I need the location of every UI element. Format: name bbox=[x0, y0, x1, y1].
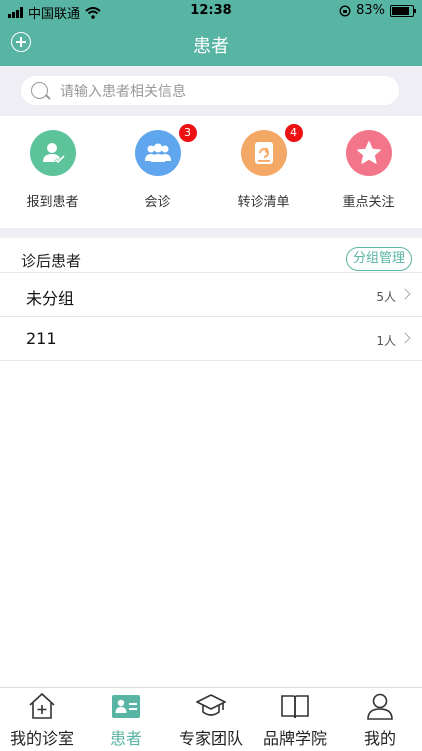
chevron-right-icon bbox=[399, 288, 411, 300]
referral-icon: 4 bbox=[240, 124, 303, 176]
group-count: 1人 bbox=[376, 334, 396, 348]
group-row[interactable]: 未分组 5人 bbox=[0, 273, 422, 317]
search-section: 请输入患者相关信息 bbox=[0, 66, 422, 116]
quick-actions: 报到患者 3 会诊 4 转诊清单 重点关注 bbox=[0, 116, 422, 228]
status-bar: 中国联通 12:38 83% bbox=[0, 0, 422, 22]
house-plus-icon bbox=[27, 691, 57, 721]
patient-groups-section: 诊后患者 分组管理 未分组 5人 211 1人 bbox=[0, 238, 422, 361]
tab-label: 我的诊室 bbox=[9, 729, 74, 748]
section-title: 诊后患者 bbox=[21, 252, 82, 270]
tab-patients[interactable]: 患者 bbox=[84, 688, 168, 751]
graduation-cap-icon bbox=[195, 691, 227, 721]
battery-percent: 83% bbox=[356, 3, 385, 18]
user-icon bbox=[365, 691, 395, 721]
quick-action-referral[interactable]: 4 转诊清单 bbox=[211, 124, 316, 210]
section-divider bbox=[0, 228, 422, 238]
tab-brand-academy[interactable]: 品牌学院 bbox=[253, 688, 337, 751]
quick-action-focus[interactable]: 重点关注 bbox=[316, 130, 421, 210]
page-title: 患者 bbox=[193, 36, 229, 57]
group-icon: 3 bbox=[134, 124, 197, 176]
search-input[interactable]: 请输入患者相关信息 bbox=[21, 76, 399, 105]
group-name: 未分组 bbox=[26, 289, 75, 308]
group-count: 5人 bbox=[376, 290, 396, 304]
tab-label: 患者 bbox=[109, 729, 142, 748]
quick-action-consultation[interactable]: 3 会诊 bbox=[105, 124, 210, 210]
tab-label: 品牌学院 bbox=[262, 729, 327, 748]
chevron-right-icon bbox=[399, 332, 411, 344]
manage-groups-button[interactable]: 分组管理 bbox=[345, 247, 412, 271]
tab-label: 专家团队 bbox=[178, 729, 243, 748]
group-name: 211 bbox=[26, 329, 57, 348]
patient-card-icon bbox=[111, 691, 141, 721]
person-check-icon bbox=[29, 130, 76, 176]
book-icon bbox=[280, 691, 310, 721]
tab-bar: 我的诊室 患者 专家团队 品牌学院 我的 bbox=[0, 687, 422, 751]
search-placeholder: 请输入患者相关信息 bbox=[60, 83, 186, 100]
tab-mine[interactable]: 我的 bbox=[338, 688, 422, 751]
quick-action-label: 会诊 bbox=[144, 195, 171, 210]
quick-action-label: 转诊清单 bbox=[237, 195, 290, 210]
battery-icon bbox=[390, 4, 416, 17]
section-header: 诊后患者 分组管理 bbox=[0, 238, 422, 273]
tab-label: 我的 bbox=[363, 729, 396, 748]
tab-my-clinic[interactable]: 我的诊室 bbox=[0, 688, 84, 751]
star-icon bbox=[345, 130, 392, 176]
referral-badge: 4 bbox=[284, 124, 303, 142]
quick-action-label: 报到患者 bbox=[26, 195, 79, 210]
tab-expert-team[interactable]: 专家团队 bbox=[169, 688, 253, 751]
quick-action-label: 重点关注 bbox=[342, 195, 395, 210]
quick-action-checkin[interactable]: 报到患者 bbox=[0, 130, 105, 210]
nav-bar: 患者 bbox=[0, 22, 422, 66]
group-row[interactable]: 211 1人 bbox=[0, 317, 422, 361]
search-icon bbox=[31, 82, 48, 99]
rotation-lock-icon bbox=[339, 5, 351, 16]
consultation-badge: 3 bbox=[178, 124, 197, 142]
